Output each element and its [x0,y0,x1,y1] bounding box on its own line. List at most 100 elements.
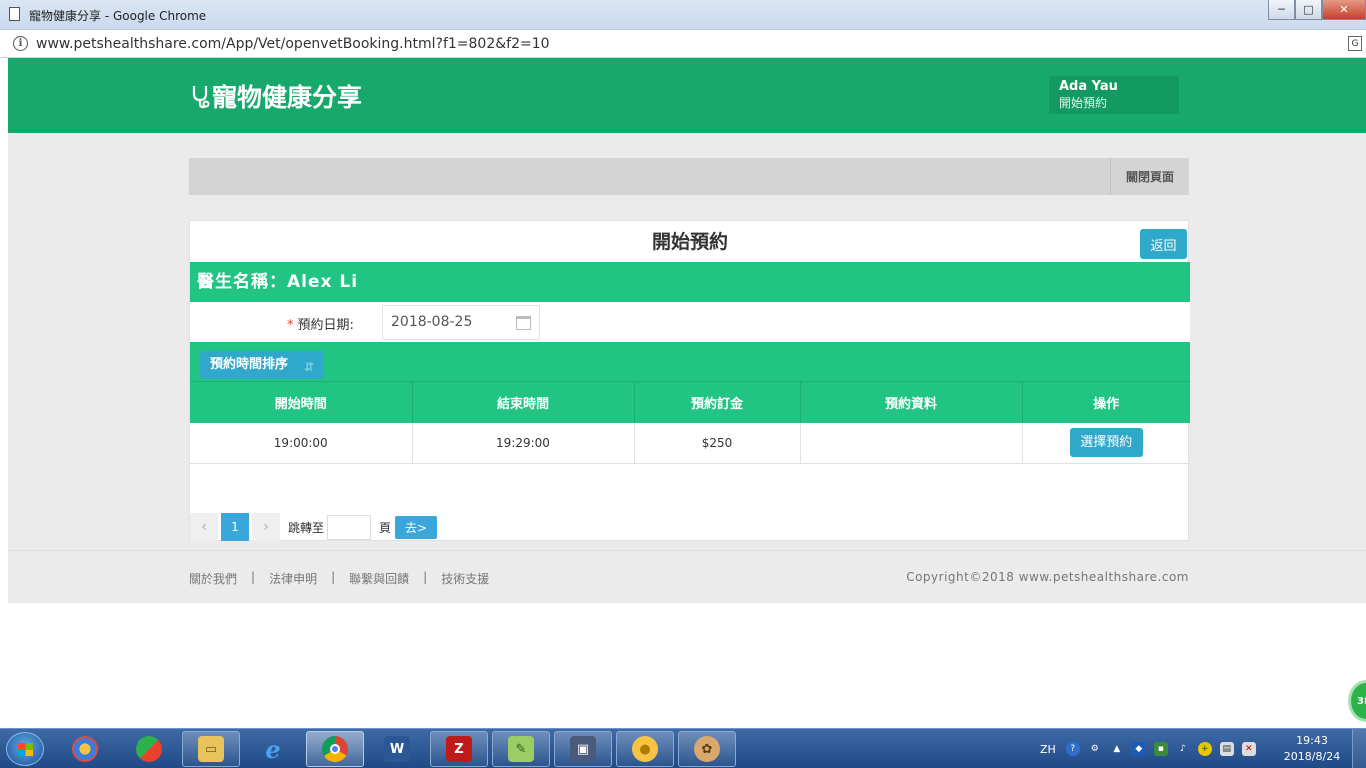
footer-separator: | [251,570,256,584]
taskbar-word[interactable]: W [368,731,426,767]
clipboard-icon[interactable]: ▤ [1219,742,1234,756]
header-end-time: 結束時間 [412,382,635,423]
back-button[interactable]: 返回 [1140,229,1187,259]
footer-links: 關於我們 | 法律申明 | 聯繫與回饋 | 技術支援 [189,570,489,587]
clock-time: 19:43 [1296,734,1328,747]
date-value: 2018-08-25 [391,314,473,330]
date-label-text: 預約日期: [297,318,354,333]
header-action: 操作 [1022,382,1190,423]
footer-link-support[interactable]: 技術支援 [441,570,489,587]
chrome-center-icon [330,744,340,754]
page-icon [9,7,20,21]
footer-link-contact[interactable]: 聯繫與回饋 [349,570,409,587]
taskbar-media[interactable]: ▣ [554,731,612,767]
taskbar-app-2[interactable] [120,731,178,767]
next-page-button[interactable]: › [252,513,280,541]
window-controls: ─ □ ✕ [1268,0,1366,21]
footer-separator: | [423,570,428,584]
date-row: * 預約日期: 2018-08-25 [190,302,1190,342]
copyright-text: Copyright©2018 www.petshealthshare.com [906,570,1189,584]
page-unit-label: 頁 [379,520,392,535]
header-start-time: 開始時間 [190,382,413,423]
clock-date: 2018/8/24 [1283,750,1341,763]
calendar-icon[interactable] [516,316,531,330]
notepad-icon: ✎ [508,736,534,762]
flag-icon[interactable]: ✕ [1241,742,1256,756]
security-app-icon [136,736,162,762]
taskbar-ie[interactable]: e [244,731,302,767]
translate-icon[interactable]: G [1348,36,1362,51]
close-window-button[interactable]: ✕ [1322,0,1366,20]
table-row: 19:00:00 19:29:00 $250 選擇預約 [190,423,1190,464]
taskbar-explorer[interactable]: ▭ [182,731,240,767]
sort-bar: 預約時間排序 ⇵ [190,342,1190,382]
go-button[interactable]: 去> [395,515,438,539]
site-logo[interactable]: 寵物健康分享 [190,78,362,114]
minimize-button[interactable]: ─ [1268,0,1295,20]
page-toolbar: 關閉頁面 [189,158,1189,195]
table-header-row: 開始時間 結束時間 預約訂金 預約資料 操作 [190,382,1190,423]
cell-end-time: 19:29:00 [412,423,635,464]
network-icon[interactable]: ▪ [1153,742,1168,756]
jump-to-label: 跳轉至 [288,520,325,535]
footer-link-about[interactable]: 關於我們 [189,570,237,587]
taskbar-filezilla[interactable]: Z [430,731,488,767]
site-header: 寵物健康分享 Ada Yau 開始預約 [8,58,1366,133]
clock[interactable]: 19:43 2018/8/24 [1282,733,1342,765]
start-button[interactable] [6,732,44,766]
page-jump-input[interactable] [327,514,372,540]
chrome-icon [322,736,348,762]
word-icon: W [384,736,410,762]
page-title: 開始預約 [651,231,728,253]
sort-button-label: 預約時間排序 [210,357,289,372]
sort-by-time-button[interactable]: 預約時間排序 ⇵ [200,351,324,379]
logo-text: 寵物健康分享 [212,83,363,112]
shield-icon[interactable]: ◆ [1131,742,1146,756]
taskbar-app-1[interactable] [56,731,114,767]
filezilla-icon: Z [446,736,472,762]
taskbar-notepadpp[interactable]: ✎ [492,731,550,767]
volume-icon[interactable]: ♪ [1176,742,1190,756]
footer-separator: | [331,570,336,584]
ie-icon: e [265,734,281,764]
plus-icon[interactable]: + [1197,742,1212,756]
footer-link-legal[interactable]: 法律申明 [269,570,317,587]
doctor-name: 醫生名稱：Alex Li [190,262,1190,302]
booking-table: 開始時間 結束時間 預約訂金 預約資料 操作 19:00:00 19:29:00… [190,382,1190,464]
prev-page-button[interactable]: ‹ [190,513,218,541]
url-text[interactable]: www.petshealthshare.com/App/Vet/openvetB… [36,36,550,52]
help-icon[interactable]: ? [1065,742,1080,756]
taskbar-app-paw[interactable]: ● [616,731,674,767]
page-number-1[interactable]: 1 [221,513,249,541]
media-icon: ▣ [570,736,596,762]
required-marker: * [287,318,294,333]
cell-start-time: 19:00:00 [190,423,413,464]
paint-icon: ✿ [694,736,720,762]
address-bar[interactable]: i www.petshealthshare.com/App/Vet/openve… [0,30,1366,58]
date-input[interactable]: 2018-08-25 [382,305,540,340]
cell-deposit: $250 [634,423,801,464]
booking-panel: 開始預約 返回 醫生名稱：Alex Li * 預約日期: 2018-08-25 預… [189,220,1190,541]
cell-info [800,423,1023,464]
close-page-button[interactable]: 關閉頁面 [1110,158,1189,195]
date-label: * 預約日期: [287,314,354,333]
show-hidden-icons-icon[interactable]: ▲ [1110,742,1124,756]
taskbar-paint[interactable]: ✿ [678,731,736,767]
show-desktop-button[interactable] [1352,729,1366,768]
sort-icon: ⇵ [303,360,314,374]
floating-badge[interactable]: 38 [1348,680,1366,722]
language-indicator[interactable]: ZH [1040,743,1056,756]
cell-action: 選擇預約 [1022,423,1190,464]
select-booking-button[interactable]: 選擇預約 [1069,428,1143,458]
info-icon[interactable]: i [13,36,28,51]
windows-taskbar: ▭ e W Z ✎ ▣ ● ✿ ZH ? ⚙ ▲ ◆ ▪ ♪ + ▤ ✕ 19:… [0,728,1366,768]
user-menu[interactable]: Ada Yau 開始預約 [1049,76,1179,114]
window-title: 寵物健康分享 - Google Chrome [29,9,207,23]
tray-settings-icon[interactable]: ⚙ [1088,742,1102,756]
taskbar-chrome[interactable] [306,731,364,767]
window-titlebar: 寵物健康分享 - Google Chrome ─ □ ✕ [0,0,1366,30]
paw-icon: ● [632,736,658,762]
pagination: ‹ 1 › 跳轉至 頁 去> [190,513,438,541]
colorful-app-icon [72,736,98,762]
maximize-button[interactable]: □ [1295,0,1322,20]
